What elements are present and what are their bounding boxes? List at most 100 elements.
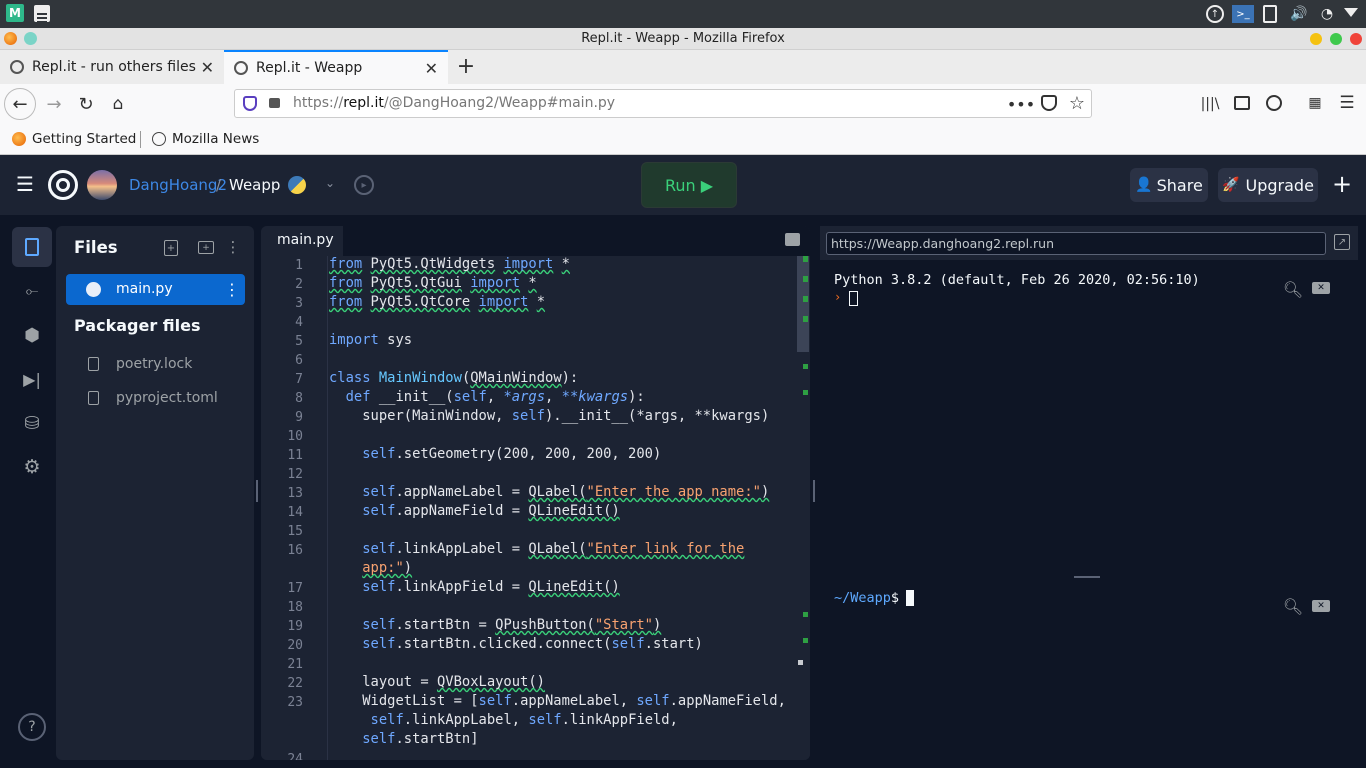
pocket-icon[interactable] [1041,95,1057,111]
forward-icon[interactable]: → [42,92,66,116]
url-path: /@DangHoang2/Weapp#main.py [383,95,616,111]
clipboard-icon[interactable] [1263,5,1277,23]
avatar[interactable] [87,170,117,200]
help-icon[interactable]: ? [18,713,46,741]
new-file-icon[interactable]: + [164,240,178,256]
sidebar-toggle-icon[interactable] [1234,96,1250,110]
diff-marker [803,316,808,322]
search-icon[interactable]: 🔍︎ [1283,280,1303,299]
breadcrumb-separator: / [216,176,222,194]
code-area[interactable]: 1 2 3 4 5 6 7 8 9 10 11 12 13 14 15 16 17 18 19 20 21 22 23 24 … [261,256,810,760]
replit-logo-icon[interactable] [48,170,78,200]
run-button[interactable]: Run ▶ [641,162,737,208]
chevron-down-icon[interactable]: ⌄ [322,175,338,191]
shell-cursor [906,590,914,606]
console-output[interactable]: Python 3.8.2 (default, Feb 26 2020, 02:5… [820,260,1358,576]
more-options-icon[interactable]: ⋮ [226,238,241,256]
extensions-icon[interactable]: ▦ [1306,94,1324,112]
database-icon[interactable]: ⛁ [20,411,44,435]
search-icon[interactable]: 🔍︎ [1283,597,1303,616]
hamburger-menu-icon[interactable]: ☰ [1338,93,1356,113]
activity-bar: ⟜ ⬢ ▶| ⛁ ⚙ ? [0,215,56,768]
output-panel: https://Weapp.danghoang2.repl.run ↗ Pyth… [820,226,1358,760]
resize-handle[interactable] [813,480,815,502]
volume-icon[interactable]: 🔊 [1289,4,1309,24]
shell[interactable]: ~/Weapp$ 🔍︎ ✕ [820,581,1358,760]
wifi-icon[interactable]: ◔ [1316,4,1338,24]
page-actions-icon[interactable]: ••• [1007,94,1035,114]
back-icon[interactable]: ← [4,88,36,120]
editor-tab-strip [343,226,810,256]
tray-expand-icon[interactable] [1344,8,1358,17]
resize-handle[interactable] [256,480,258,502]
editor-tab-main-py[interactable]: main.py [261,226,343,256]
minimize-button[interactable] [1310,33,1322,45]
close-window-button[interactable] [1350,33,1362,45]
new-folder-icon[interactable]: + [198,241,214,254]
code-line: self.setGeometry(200, 200, 200, 200) [362,446,662,462]
account-icon[interactable] [1266,95,1282,111]
diff-marker [803,256,808,262]
open-external-icon[interactable]: ↗ [1334,234,1350,250]
navigation-toolbar: ← → ↻ ⌂ https://repl.it/@DangHoang2/Weap… [0,84,1366,124]
new-repl-icon[interactable]: + [1330,170,1354,198]
code-line: layout = QVBoxLayout() [329,674,545,690]
line-number: 15 [287,524,303,539]
line-number: 6 [295,353,303,368]
update-icon[interactable]: ↑ [1206,5,1224,23]
terminal-icon[interactable]: >_ [1232,5,1254,23]
clear-shell-icon[interactable]: ✕ [1312,600,1330,612]
share-button[interactable]: 👤 Share [1130,168,1208,202]
file-label: poetry.lock [116,356,193,372]
file-item-pyproject-toml[interactable]: pyproject.toml [66,386,245,412]
file-item-main-py[interactable]: main.py ⋮ [66,274,245,305]
url-bar[interactable]: https://repl.it/@DangHoang2/Weapp#main.p… [234,89,1092,118]
python-icon [86,282,101,297]
username-link[interactable]: DangHoang2 [129,176,227,194]
maximize-button[interactable] [1330,33,1342,45]
code-editor[interactable]: main.py 1 2 3 4 5 6 7 8 9 10 11 12 13 14 15 16 17 18 19 20 2… [261,226,810,760]
home-icon[interactable]: ⌂ [106,92,130,116]
code-line: self.linkAppField = QLineEdit() [362,579,620,595]
line-number: 21 [287,657,303,672]
files-icon[interactable] [12,227,52,267]
bookmark-star-icon[interactable]: ☆ [1067,93,1087,114]
packages-icon[interactable]: ⬢ [20,323,44,347]
line-number: 19 [287,619,303,634]
file-item-poetry-lock[interactable]: poetry.lock [66,352,245,378]
repl-name[interactable]: Weapp [229,176,280,194]
clear-console-icon[interactable]: ✕ [1312,282,1330,294]
app-menu-icon[interactable]: M [6,4,24,22]
webview-url-bar[interactable]: https://Weapp.danghoang2.repl.run [826,232,1326,255]
bookmark-mozilla-news[interactable]: Mozilla News [152,131,259,147]
bookmark-separator [140,131,141,148]
diff-marker [803,364,808,369]
bookmark-getting-started[interactable]: Getting Started [12,131,136,147]
close-tab-icon[interactable]: ✕ [201,58,214,77]
close-tab-icon[interactable]: ✕ [425,59,438,78]
history-icon[interactable]: ▸ [354,175,374,195]
settings-icon[interactable]: ⚙ [20,455,44,479]
line-number: 10 [287,429,303,444]
lock-icon[interactable] [269,98,280,108]
file-options-icon[interactable]: ⋮ [224,280,240,299]
bookmark-label: Mozilla News [172,131,260,147]
scrollbar-thumb[interactable] [797,256,809,352]
replit-favicon [234,61,248,75]
version-control-icon[interactable]: ⟜ [20,279,44,303]
code-line: self.startBtn.clicked.connect(self.start… [362,636,703,652]
file-label: main.py [116,281,173,297]
editor-scrollbar[interactable] [797,256,810,760]
notes-icon[interactable] [34,5,50,22]
library-icon[interactable]: |||\ [1200,94,1220,114]
hamburger-icon[interactable]: ☰ [14,172,36,196]
tab-run-others-files[interactable]: Repl.it - run others files ✕ [0,50,224,84]
debugger-icon[interactable]: ▶| [20,367,44,391]
upgrade-button[interactable]: 🚀 Upgrade [1218,168,1318,202]
minimap-toggle-icon[interactable] [785,233,800,246]
line-number: 9 [295,410,303,425]
shield-icon[interactable] [243,96,257,111]
tab-weapp[interactable]: Repl.it - Weapp ✕ [224,50,448,84]
reload-icon[interactable]: ↻ [74,92,98,116]
new-tab-icon[interactable]: + [455,54,477,79]
